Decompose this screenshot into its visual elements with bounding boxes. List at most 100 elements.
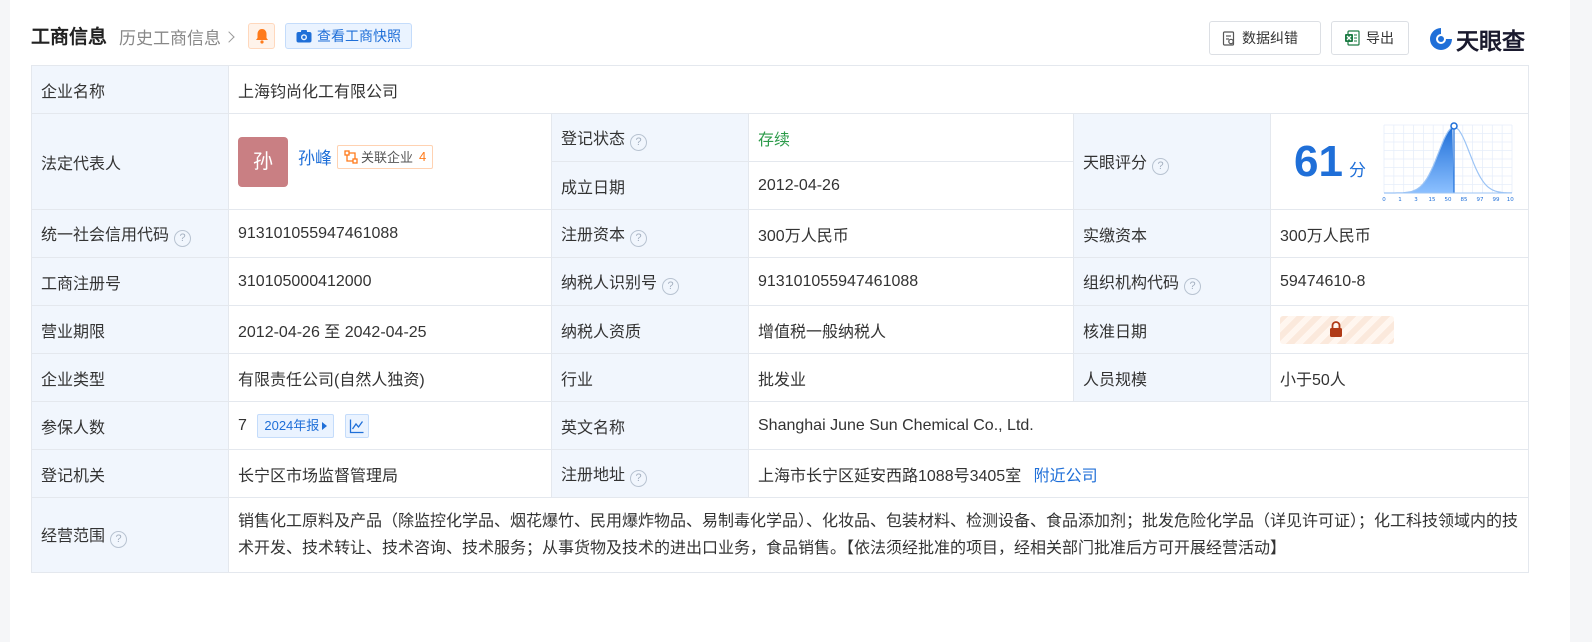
- reg-capital-value: 300万人民币: [748, 209, 1074, 258]
- score-label: 天眼评分?: [1073, 113, 1271, 210]
- annual-report-button[interactable]: 2024年报: [257, 413, 335, 438]
- score-area: [1383, 126, 1454, 193]
- scope-label: 经营范围?: [31, 497, 229, 573]
- related-count: 4: [419, 149, 427, 164]
- address-cell: 上海市长宁区延安西路1088号3405室 附近公司: [747, 449, 1530, 498]
- score-value: 61: [1294, 136, 1343, 186]
- bell-icon: [255, 29, 268, 44]
- related-companies-badge[interactable]: 关联企业 4: [337, 144, 434, 169]
- document-edit-icon: [1222, 30, 1235, 46]
- org-code-value: 59474610-8: [1269, 257, 1530, 306]
- company-name-label: 企业名称: [31, 65, 229, 114]
- trend-chart-icon: [349, 419, 364, 433]
- reg-capital-label: 注册资本?: [551, 209, 749, 258]
- address-label: 注册地址?: [551, 449, 749, 498]
- section-header: 工商信息 历史工商信息 查看工商快照 数据纠错 导出 天眼查: [10, 0, 1570, 66]
- found-date-value: 2012-04-26: [748, 161, 1074, 210]
- org-code-label: 组织机构代码?: [1073, 257, 1271, 306]
- help-icon[interactable]: ?: [630, 469, 648, 487]
- tick-label: 0: [1382, 197, 1386, 203]
- legal-rep-name-link[interactable]: 孙峰: [298, 144, 332, 169]
- table-row: 法定代表人 孙 孙峰 关联企业 4 登记状态? 存续 天眼评分 ? 61 分 0…: [31, 113, 1530, 210]
- table-row: 经营范围? 销售化工原料及产品（除监控化学品、烟花爆竹、民用爆炸物品、易制毒化学…: [31, 497, 1530, 573]
- tick-label: 85: [1460, 197, 1467, 203]
- insured-cell: 7 2024年报: [228, 401, 552, 450]
- address-value: 上海市长宁区延安西路1088号3405室: [758, 467, 1022, 485]
- taxpayer-id-label: 纳税人识别号?: [551, 257, 749, 306]
- history-link[interactable]: 历史工商信息: [119, 24, 235, 49]
- english-name-label: 英文名称: [551, 401, 749, 450]
- logo-eye-icon: [1430, 28, 1452, 50]
- snapshot-label: 查看工商快照: [317, 28, 401, 44]
- help-icon[interactable]: ?: [1184, 277, 1202, 295]
- table-row: 登记机关 长宁区市场监督管理局 注册地址? 上海市长宁区延安西路1088号340…: [31, 449, 1530, 498]
- business-info-table: 企业名称 上海钧尚化工有限公司 法定代表人 孙 孙峰 关联企业 4 登记状态 ?…: [31, 65, 1530, 573]
- score-marker-dot: [1450, 121, 1458, 130]
- export-label: 导出: [1366, 30, 1394, 46]
- type-label: 企业类型: [31, 353, 229, 402]
- data-correct-button[interactable]: 数据纠错: [1209, 21, 1321, 55]
- reg-no-value: 310105000412000: [228, 257, 552, 306]
- avatar[interactable]: 孙: [238, 136, 288, 187]
- snapshot-button[interactable]: 查看工商快照: [285, 23, 412, 49]
- credit-code-value: 913101055947461088: [228, 209, 552, 258]
- authority-label: 登记机关: [31, 449, 229, 498]
- staff-value: 小于50人: [1269, 353, 1530, 402]
- scope-value: 销售化工原料及产品（除监控化学品、烟花爆竹、民用爆炸物品、易制毒化学品）、化妆品…: [227, 497, 1530, 573]
- help-icon[interactable]: ?: [110, 531, 128, 548]
- export-button[interactable]: 导出: [1331, 21, 1409, 55]
- excel-icon: [1345, 30, 1360, 46]
- caret-right-icon: [322, 421, 328, 430]
- help-icon[interactable]: ?: [174, 229, 192, 247]
- help-icon[interactable]: ?: [1152, 157, 1170, 175]
- help-icon[interactable]: ?: [630, 133, 648, 151]
- table-row: 统一社会信用代码? 913101055947461088 注册资本? 300万人…: [31, 209, 1530, 258]
- tax-qual-value: 增值税一般纳税人: [748, 305, 1074, 354]
- term-value: 2012-04-26 至 2042-04-25: [228, 305, 552, 354]
- section-title: 工商信息: [31, 27, 108, 48]
- related-label: 关联企业: [361, 150, 414, 165]
- paid-capital-label: 实缴资本: [1073, 209, 1271, 258]
- paid-capital-value: 300万人民币: [1269, 209, 1530, 258]
- score-cell[interactable]: 61 分 0 1 3 15 50 85 97 99 100: [1269, 113, 1530, 210]
- logo-text: 天眼查: [1456, 28, 1525, 54]
- tianyancha-logo: 天眼查: [1428, 22, 1525, 56]
- help-icon[interactable]: ?: [662, 277, 680, 295]
- table-row: 参保人数 7 2024年报 英文名称 Shanghai June Sun Che…: [31, 401, 1530, 450]
- business-info-panel: 工商信息 历史工商信息 查看工商快照 数据纠错 导出 天眼查 企业名称 上海钧尚…: [10, 0, 1570, 642]
- history-link-label: 历史工商信息: [119, 29, 221, 48]
- reg-status-value: 存续: [748, 113, 1074, 162]
- term-label: 营业期限: [31, 305, 229, 354]
- approve-date-label: 核准日期: [1073, 305, 1271, 354]
- camera-icon: [296, 30, 312, 43]
- authority-value: 长宁区市场监督管理局: [228, 449, 552, 498]
- tick-label: 50: [1444, 197, 1451, 203]
- nearby-companies-link[interactable]: 附近公司: [1034, 468, 1098, 485]
- company-name-value: 上海钧尚化工有限公司: [227, 65, 1530, 114]
- related-network-icon: [344, 149, 358, 164]
- industry-value: 批发业: [748, 353, 1074, 402]
- english-name-value: Shanghai June Sun Chemical Co., Ltd.: [747, 401, 1530, 450]
- vip-locked-field[interactable]: [1280, 315, 1394, 344]
- table-row: 企业名称 上海钧尚化工有限公司: [31, 65, 1530, 114]
- insured-label: 参保人数: [31, 401, 229, 450]
- found-date-label: 成立日期: [551, 161, 749, 210]
- legal-rep-label: 法定代表人: [31, 113, 229, 210]
- reg-no-label: 工商注册号: [31, 257, 229, 306]
- monitor-bell-button[interactable]: [248, 23, 275, 49]
- tick-label: 3: [1414, 197, 1418, 203]
- type-value: 有限责任公司(自然人独资): [228, 353, 552, 402]
- tick-label: 97: [1476, 197, 1483, 203]
- table-row: 企业类型 有限责任公司(自然人独资) 行业 批发业 人员规模 小于50人: [31, 353, 1530, 402]
- help-icon[interactable]: ?: [630, 229, 648, 247]
- tick-label: 99: [1492, 197, 1499, 203]
- reg-status-label: 登记状态?: [551, 113, 749, 162]
- score-unit: 分: [1348, 161, 1366, 180]
- table-row: 营业期限 2012-04-26 至 2042-04-25 纳税人资质 增值税一般…: [31, 305, 1530, 354]
- lock-icon: [1330, 320, 1342, 337]
- score-distribution-chart: 0 1 3 15 50 85 97 99 100: [1382, 121, 1514, 203]
- legal-rep-cell: 孙 孙峰 关联企业 4: [228, 113, 552, 210]
- trend-button[interactable]: [344, 413, 369, 438]
- approve-date-cell: [1269, 305, 1530, 354]
- chevron-right-icon: [223, 30, 235, 43]
